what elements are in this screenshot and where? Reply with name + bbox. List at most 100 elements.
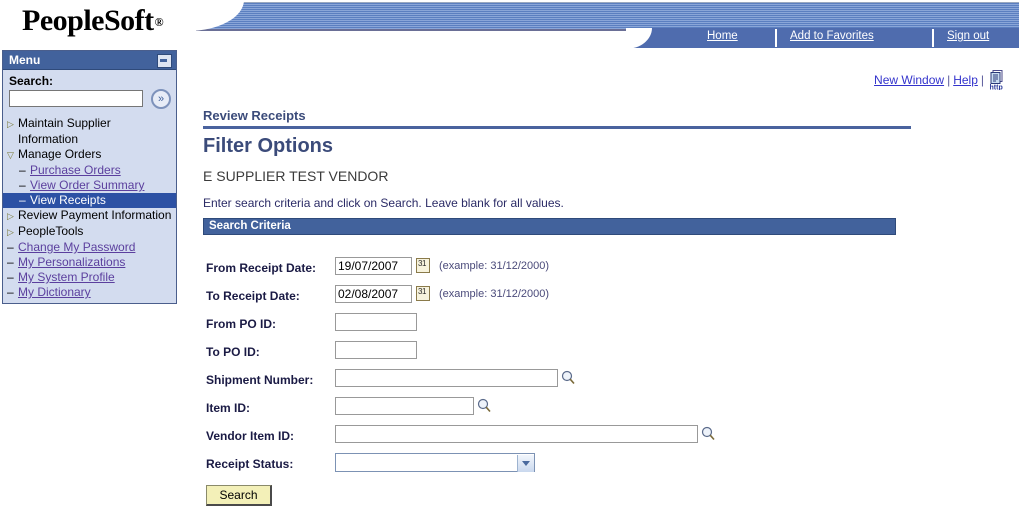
field-row-item-id: Item ID: [203, 397, 903, 425]
title-divider [203, 126, 911, 129]
nav-separator-1 [775, 29, 777, 47]
search-button[interactable]: Search [206, 485, 272, 506]
vendor-item-id-label: Vendor Item ID: [206, 429, 295, 443]
collapsed-arrow-icon: ▷ [7, 211, 14, 221]
menu-list: ▷ Maintain Supplier Information ▽ Manage O… [3, 116, 176, 300]
new-window-link[interactable]: New Window [874, 73, 944, 87]
lookup-icon[interactable] [701, 426, 716, 441]
menu-title: Menu [9, 53, 41, 67]
menu-item-label: My System Profile [18, 270, 115, 284]
field-row-from-receipt-date: From Receipt Date: (example: 31/12/2000) [203, 257, 903, 285]
header-banner-stripe [196, 2, 1019, 31]
from-receipt-date-hint: (example: 31/12/2000) [439, 260, 550, 272]
nav-home-link[interactable]: Home [707, 30, 738, 42]
field-row-to-po-id: To PO ID: [203, 341, 903, 369]
menu-item-purchase-orders[interactable]: – Purchase Orders [3, 163, 176, 178]
dash-icon: – [7, 255, 14, 269]
dash-icon: – [19, 163, 26, 177]
menu-item-label: Change My Password [18, 240, 136, 254]
menu-item-label: Information [18, 132, 79, 146]
search-criteria-label: Search Criteria [209, 220, 291, 232]
lookup-icon[interactable] [561, 370, 576, 385]
menu-sidebar: Menu Search: » ▷ Maintain Supplier Inform… [2, 50, 177, 304]
menu-item-label: Maintain Supplier [18, 116, 111, 130]
minimize-icon[interactable] [157, 54, 172, 68]
field-row-vendor-item-id: Vendor Item ID: [203, 425, 903, 453]
menu-item-label: Review Payment Information [18, 208, 172, 222]
field-row-to-receipt-date: To Receipt Date: (example: 31/12/2000) [203, 285, 903, 313]
field-row-from-po-id: From PO ID: [203, 313, 903, 341]
menu-item-my-personalizations[interactable]: – My Personalizations [3, 255, 176, 270]
menu-item-label: Manage Orders [18, 147, 102, 161]
from-po-id-input[interactable] [335, 313, 417, 331]
field-row-receipt-status: Receipt Status: [203, 453, 903, 481]
collapsed-arrow-icon: ▷ [7, 119, 14, 129]
receipt-status-label: Receipt Status: [206, 457, 294, 471]
calendar-icon[interactable] [416, 286, 430, 301]
chevron-down-icon[interactable] [517, 455, 534, 472]
menu-item-manage-orders[interactable]: ▽ Manage Orders [3, 147, 176, 163]
dash-icon: – [7, 285, 14, 299]
from-receipt-date-input[interactable] [335, 257, 412, 275]
to-receipt-date-hint: (example: 31/12/2000) [439, 288, 550, 300]
menu-item-maintain-supplier-information[interactable]: ▷ Maintain Supplier [3, 116, 176, 132]
nav-sign-out-link[interactable]: Sign out [947, 30, 989, 42]
menu-title-bar: Menu [3, 51, 176, 70]
to-receipt-date-input[interactable] [335, 285, 412, 303]
from-po-id-label: From PO ID: [206, 317, 277, 331]
dash-icon: – [7, 270, 14, 284]
expanded-arrow-icon: ▽ [7, 150, 14, 160]
menu-item-my-system-profile[interactable]: – My System Profile [3, 270, 176, 285]
menu-item-peopletools[interactable]: ▷ PeopleTools [3, 224, 176, 240]
page-toolbar-links: New Window | Help | http [874, 70, 1007, 92]
shipment-number-input[interactable] [335, 369, 558, 387]
page-title: Filter Options [203, 135, 333, 157]
vendor-item-id-input[interactable] [335, 425, 698, 443]
menu-search-label: Search: [9, 74, 54, 88]
breadcrumb: Review Receipts [203, 108, 306, 123]
shipment-number-label: Shipment Number: [206, 373, 314, 387]
to-po-id-input[interactable] [335, 341, 417, 359]
page-header: PeopleSoft® Home Add to Favorites Sign o… [0, 0, 1019, 50]
peoplesoft-logo: PeopleSoft® [22, 4, 164, 38]
menu-item-label: My Personalizations [18, 255, 126, 269]
registered-mark-icon: ® [154, 15, 164, 29]
dash-icon: – [19, 178, 26, 192]
menu-item-review-payment-information[interactable]: ▷ Review Payment Information [3, 208, 176, 224]
calendar-icon[interactable] [416, 258, 430, 273]
menu-item-view-order-summary[interactable]: – View Order Summary [3, 178, 176, 193]
collapsed-arrow-icon: ▷ [7, 227, 14, 237]
field-row-shipment-number: Shipment Number: [203, 369, 903, 397]
menu-item-view-receipts[interactable]: – View Receipts [3, 193, 176, 208]
menu-search-row: » [9, 89, 176, 114]
instructions-text: Enter search criteria and click on Searc… [203, 196, 564, 210]
search-form: From Receipt Date: (example: 31/12/2000)… [203, 257, 1003, 506]
nav-add-to-favorites-link[interactable]: Add to Favorites [790, 30, 874, 42]
nav-separator-2 [932, 29, 934, 47]
receipt-status-select[interactable] [335, 453, 535, 472]
main-content: Review Receipts Filter Options E SUPPLIE… [203, 108, 1003, 506]
toolbar-separator-1: | [947, 73, 951, 87]
menu-search-input[interactable] [9, 90, 143, 107]
menu-item-maintain-supplier-information-line2[interactable]: Information [3, 132, 176, 147]
dash-icon: – [19, 193, 26, 207]
search-go-icon[interactable]: » [151, 89, 171, 109]
svg-text:http: http [990, 85, 1003, 91]
item-id-input[interactable] [335, 397, 474, 415]
help-link[interactable]: Help [953, 73, 978, 87]
menu-item-label: View Receipts [30, 193, 106, 207]
from-receipt-date-label: From Receipt Date: [206, 261, 317, 275]
menu-item-label: View Order Summary [30, 178, 145, 192]
menu-item-label: PeopleTools [18, 224, 84, 238]
to-receipt-date-label: To Receipt Date: [206, 289, 300, 303]
vendor-name: E SUPPLIER TEST VENDOR [203, 168, 389, 184]
dash-icon: – [7, 240, 14, 254]
menu-item-change-my-password[interactable]: – Change My Password [3, 240, 176, 255]
menu-item-my-dictionary[interactable]: – My Dictionary [3, 285, 176, 300]
lookup-icon[interactable] [477, 398, 492, 413]
search-criteria-header: Search Criteria [203, 218, 896, 235]
http-document-icon[interactable]: http [989, 70, 1007, 92]
logo-text: PeopleSoft [22, 4, 154, 37]
to-po-id-label: To PO ID: [206, 345, 260, 359]
menu-item-label: Purchase Orders [30, 163, 121, 177]
